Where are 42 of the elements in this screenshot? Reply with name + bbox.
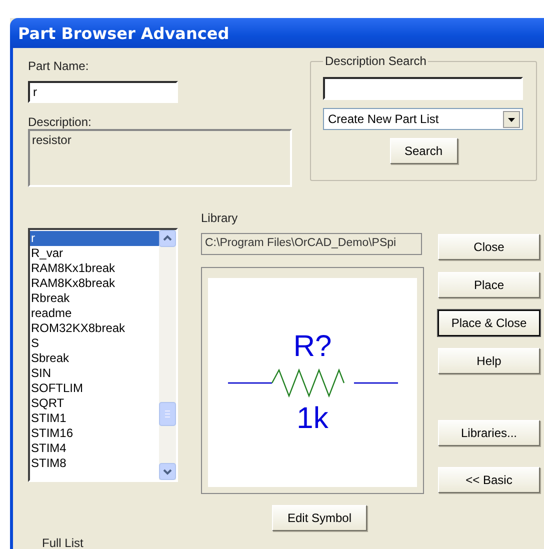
dialog-button[interactable]: Libraries... <box>438 420 540 446</box>
part-list-item[interactable]: RAM8Kx8break <box>30 276 159 291</box>
part-list-item[interactable]: RAM8Kx1break <box>30 261 159 276</box>
part-list-item[interactable]: r <box>30 231 159 246</box>
group-title: Description Search <box>324 54 428 68</box>
library-path-field: C:\Program Files\OrCAD_Demo\PSpi <box>201 233 422 255</box>
part-name-label: Part Name: <box>28 59 90 73</box>
part-list-item[interactable]: Rbreak <box>30 291 159 306</box>
search-button[interactable]: Search <box>390 138 458 164</box>
part-list-dropdown[interactable]: Create New Part List <box>323 108 523 130</box>
description-text: resistor <box>32 133 72 147</box>
description-label: Description: <box>28 115 92 129</box>
part-list-item[interactable]: S <box>30 336 159 351</box>
part-list-item[interactable]: readme <box>30 306 159 321</box>
window-title: Part Browser Advanced <box>18 24 230 42</box>
scrollbar[interactable] <box>159 230 176 480</box>
dialog-button[interactable]: << Basic <box>438 467 540 493</box>
reference-designator: R? <box>293 330 332 364</box>
dialog-button[interactable]: Close <box>438 234 540 260</box>
dialog-button[interactable]: Help <box>438 348 540 374</box>
component-value: 1k <box>296 402 328 436</box>
part-list-item[interactable]: SQRT <box>30 396 159 411</box>
dialog-button[interactable]: Place <box>438 272 540 298</box>
scroll-thumb[interactable] <box>159 402 176 426</box>
part-list-item[interactable]: STIM4 <box>30 441 159 456</box>
full-list-label: Full List <box>42 536 84 549</box>
resistor-icon <box>228 368 398 398</box>
part-list-item[interactable]: ROM32KX8break <box>30 321 159 336</box>
part-list-item[interactable]: STIM1 <box>30 411 159 426</box>
part-list-item[interactable]: Sbreak <box>30 351 159 366</box>
library-label: Library <box>201 211 239 225</box>
scroll-down-icon[interactable] <box>159 463 176 480</box>
description-search-field[interactable] <box>323 77 523 100</box>
part-list-item[interactable]: SIN <box>30 366 159 381</box>
edit-symbol-button[interactable]: Edit Symbol <box>272 505 367 531</box>
scroll-up-icon[interactable] <box>159 230 176 247</box>
dialog-button[interactable]: Place & Close <box>438 310 540 336</box>
part-name-field[interactable]: r <box>28 81 178 103</box>
part-list-item[interactable]: SOFTLIM <box>30 381 159 396</box>
part-list-item[interactable]: STIM8 <box>30 456 159 471</box>
part-list-item[interactable]: STIM16 <box>30 426 159 441</box>
part-list-item[interactable]: R_var <box>30 246 159 261</box>
